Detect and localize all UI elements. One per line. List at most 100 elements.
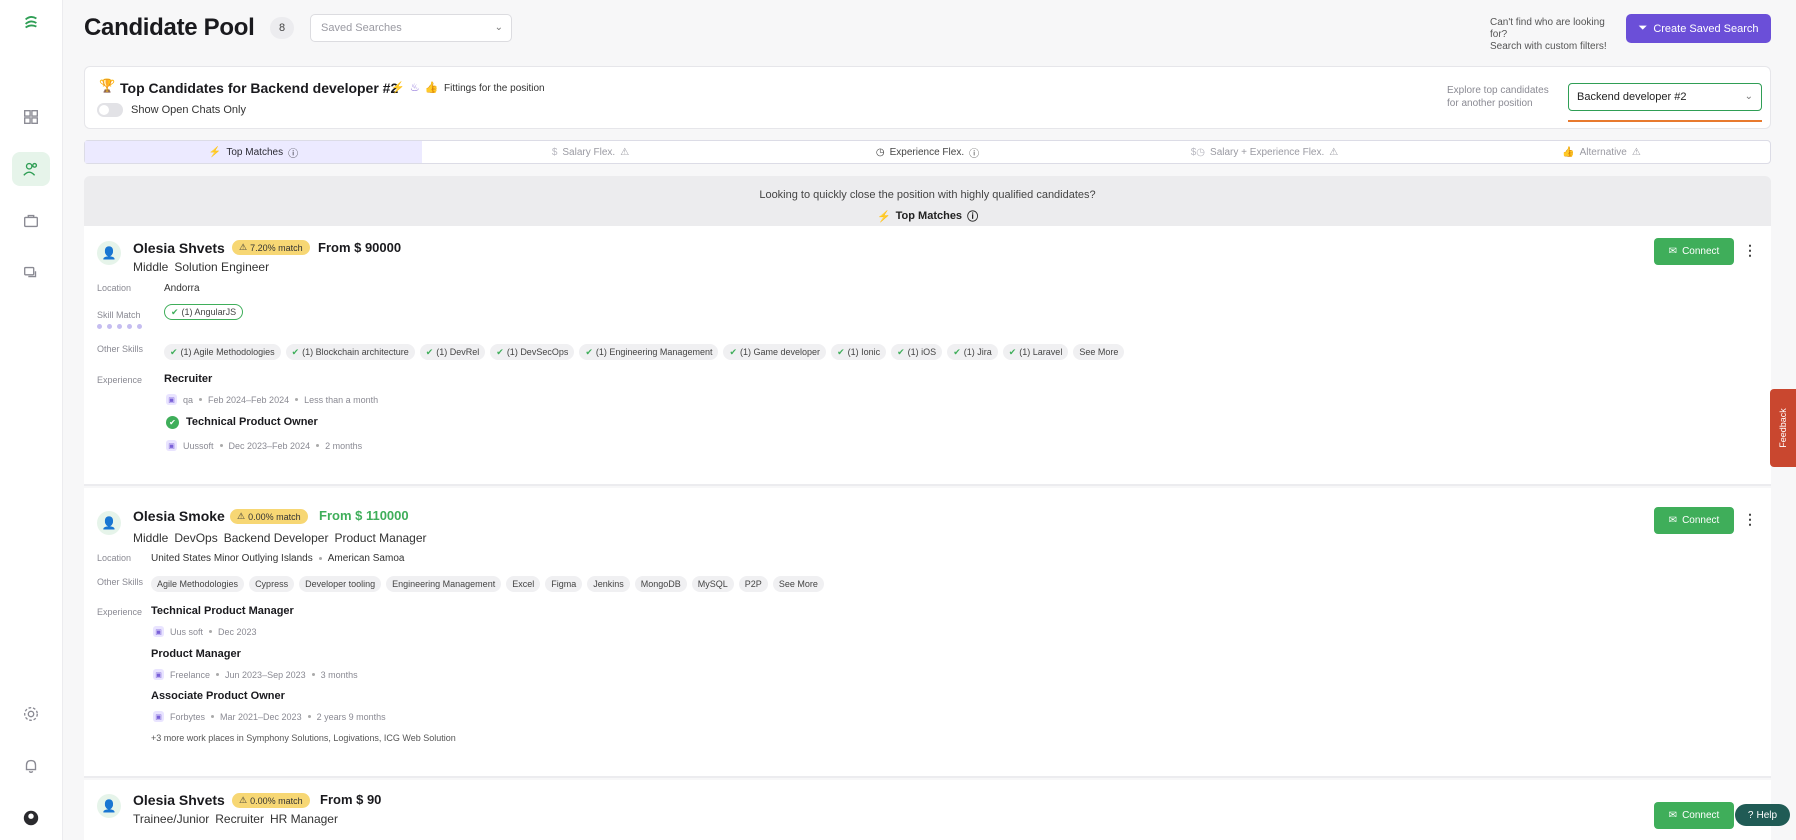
warning-icon: ⚠	[237, 511, 246, 521]
role: Middle	[133, 531, 169, 545]
position-select[interactable]: Backend developer #2 ⌄	[1568, 83, 1762, 111]
check-icon: ✔	[585, 346, 593, 357]
candidate-name[interactable]: Olesia Shvets	[133, 240, 225, 256]
skill-chip: ✔ (1) Ionic	[831, 344, 887, 360]
role: HR Manager	[269, 812, 338, 826]
trophy-icon: 🏆	[99, 78, 116, 93]
skill-chip: ✔ (1) DevRel	[419, 344, 486, 360]
settings-icon[interactable]	[12, 697, 50, 731]
skill-chip: ✔ (1) Engineering Management	[579, 344, 719, 360]
position-panel: 🏆 Top Candidates for Backend developer #…	[84, 66, 1771, 129]
connect-button[interactable]: ✉ Connect	[1654, 238, 1734, 265]
warning-icon: ⚠	[239, 242, 248, 252]
create-saved-search-button[interactable]: ⏷ Create Saved Search	[1626, 14, 1771, 43]
banner-text: Looking to quickly close the position wi…	[759, 189, 1096, 201]
tab-label: Salary + Experience Flex.	[1210, 146, 1325, 158]
skill-chip: Figma	[545, 576, 583, 592]
skill-chip: MongoDB	[634, 576, 687, 592]
more-options-icon[interactable]: ⋮	[1743, 511, 1757, 528]
connect-button[interactable]: ✉ Connect	[1654, 507, 1734, 534]
fit-icons: ⚡ ♨ 👍	[391, 81, 438, 94]
check-icon: ✔	[170, 346, 178, 357]
skill-match-chips: ✔ (1) AngularJS	[164, 304, 244, 320]
check-icon: ✔	[953, 346, 961, 357]
warning-icon: ⚠	[620, 146, 630, 158]
experience-meta: ▣ Uus soft Dec 2023	[153, 626, 257, 637]
bolt-icon: ⚡	[876, 210, 891, 223]
skill-chip: Jenkins	[587, 576, 630, 592]
experience-meta: ▣ qa Feb 2024–Feb 2024 Less than a month	[166, 394, 378, 405]
skill-chip: ✔ (1) Jira	[947, 344, 998, 360]
experience-title: Product Manager	[151, 648, 241, 660]
roles: Middle DevOps Backend Developer Product …	[133, 531, 427, 545]
roles: Middle Solution Engineer	[133, 260, 269, 274]
tab-alternative[interactable]: 👍 Alternative ⚠	[1433, 141, 1770, 163]
candidate-name[interactable]: Olesia Shvets	[133, 792, 225, 808]
candidates-icon[interactable]	[12, 152, 50, 186]
explore-line-1: Explore top candidates	[1447, 85, 1549, 96]
bell-icon[interactable]	[12, 749, 50, 783]
skill-chip: ✔ (1) AngularJS	[164, 304, 244, 320]
role: Middle	[133, 260, 169, 274]
info-icon: ⓘ	[967, 211, 979, 223]
mail-icon: ✉	[1668, 515, 1678, 526]
match-tabs: ⚡ Top Matches ⓘ $ Salary Flex. ⚠ ◷ Exper…	[84, 140, 1771, 164]
salary: From $ 90000	[318, 240, 402, 255]
experience-title: Technical Product Manager	[151, 605, 294, 617]
experience-title: Recruiter	[164, 373, 213, 385]
position-select-value: Backend developer #2	[1577, 91, 1687, 103]
help-button[interactable]: ? Help	[1735, 804, 1790, 826]
salary-clock-icon: $◷	[1190, 146, 1206, 158]
help-label: Help	[1756, 809, 1778, 821]
avatar: 👤	[97, 241, 121, 265]
tab-description-banner: Looking to quickly close the position wi…	[84, 176, 1771, 226]
experience-meta: ▣ Forbytes Mar 2021–Dec 2023 2 years 9 m…	[153, 711, 386, 722]
check-icon: ✔	[837, 346, 845, 357]
experience-title: Associate Product Owner	[151, 690, 285, 702]
other-skills-label: Other Skills	[97, 577, 144, 587]
skill-chip: Cypress	[249, 576, 295, 592]
more-options-icon[interactable]: ⋮	[1743, 242, 1757, 259]
chat-icon[interactable]	[12, 256, 50, 290]
candidate-name[interactable]: Olesia Smoke	[133, 508, 225, 524]
check-icon: ✔	[496, 346, 504, 357]
check-icon: ✔	[291, 346, 300, 357]
skill-chip: Agile Methodologies	[151, 576, 245, 592]
thumbs-up-icon: 👍	[424, 82, 439, 94]
saved-searches-select[interactable]: Saved Searches ⌄	[310, 14, 512, 42]
feedback-tab[interactable]: Feedback	[1770, 389, 1796, 467]
skill-chip: ✔ (1) Laravel	[1002, 344, 1069, 360]
pagination-dots	[97, 324, 142, 329]
briefcase-icon: ▣	[153, 711, 164, 722]
warning-icon: ⚠	[1631, 146, 1641, 158]
connect-button[interactable]: ✉ Connect	[1654, 802, 1734, 829]
location: American Samoa	[327, 553, 405, 564]
logo-icon[interactable]	[12, 6, 50, 40]
briefcase-icon: ▣	[153, 669, 164, 680]
tab-top-matches[interactable]: ⚡ Top Matches ⓘ	[85, 141, 422, 163]
experience-meta: ▣ Uussoft Dec 2023–Feb 2024 2 months	[166, 440, 362, 451]
check-circle-icon: ✔	[166, 416, 179, 429]
profile-avatar-icon[interactable]	[12, 801, 50, 835]
info-icon: ⓘ	[969, 148, 980, 160]
salary: From $ 90	[320, 792, 382, 807]
briefcase-icon[interactable]	[12, 204, 50, 238]
role: Product Manager	[334, 531, 427, 545]
location: United States Minor Outlying Islands	[151, 553, 313, 564]
position-title: Top Candidates for Backend developer #2	[120, 80, 399, 96]
other-skills-label: Other Skills	[97, 344, 144, 354]
skill-chip: ✔ (1) iOS	[891, 344, 943, 360]
open-chats-toggle[interactable]	[97, 103, 123, 117]
tab-salary-experience-flex[interactable]: $◷ Salary + Experience Flex. ⚠	[1096, 141, 1433, 163]
dashboard-icon[interactable]	[12, 100, 50, 134]
warning-icon: ⚠	[1329, 146, 1339, 158]
tab-salary-flex[interactable]: $ Salary Flex. ⚠	[422, 141, 759, 163]
check-icon: ✔	[171, 306, 179, 317]
see-more-button[interactable]: See More	[1073, 344, 1125, 360]
see-more-button[interactable]: See More	[772, 576, 824, 592]
question-icon: ?	[1747, 809, 1754, 821]
experience-label: Experience	[97, 375, 143, 385]
tab-experience-flex[interactable]: ◷ Experience Flex. ⓘ	[759, 141, 1096, 163]
check-icon: ✔	[425, 346, 434, 357]
app-root: Candidate Pool 8 Saved Searches ⌄ Can't …	[0, 0, 1796, 840]
